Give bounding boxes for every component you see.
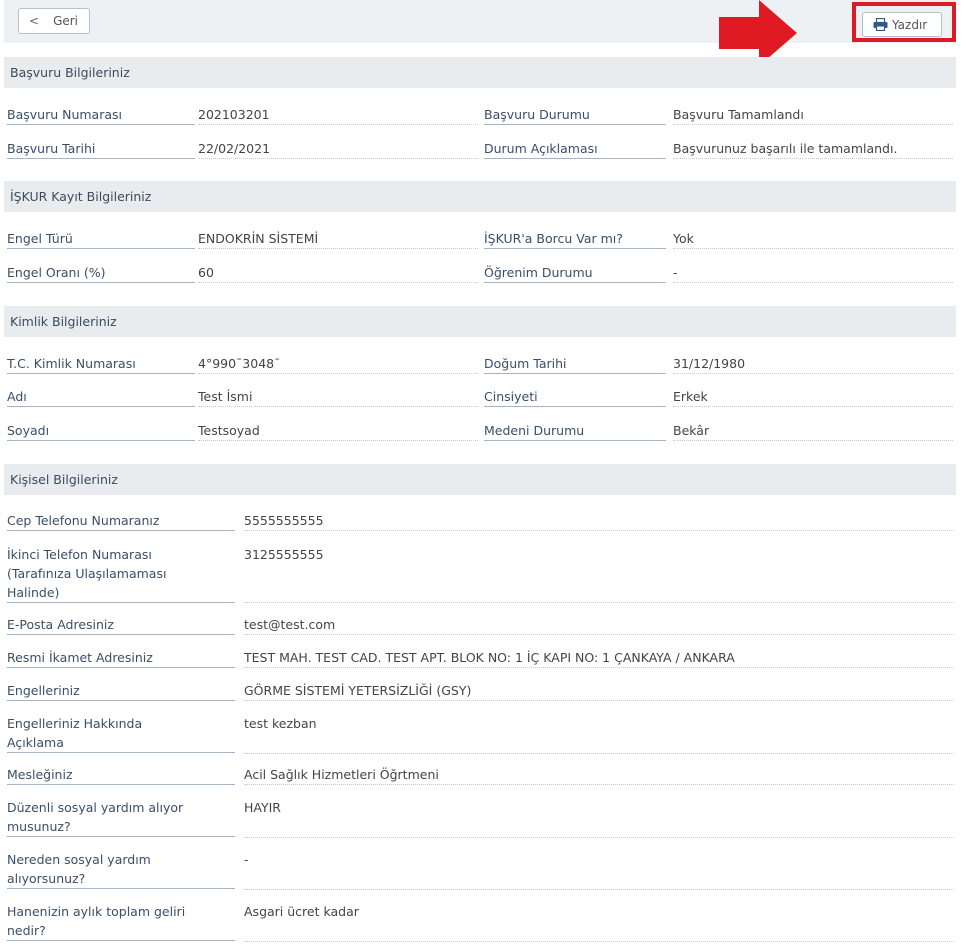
field-value: 3125555555 [244,545,954,603]
section-header-kisisel: Kişisel Bilgileriniz [4,464,956,495]
field-label: E-Posta Adresiniz [7,615,235,635]
field-value: - [244,850,954,890]
field-value: Erkek [673,387,953,407]
field-label: Engel Oranı (%) [7,263,195,283]
field-value: Başvuru Tamamlandı [673,105,953,125]
field-label: Başvuru Durumu [484,105,666,125]
top-toolbar: < Geri [4,0,956,43]
field-label: Engelleriniz [7,681,235,701]
print-button-label: Yazdır [892,17,928,32]
field-label: Mesleğiniz [7,765,235,785]
field-value: 60 [198,263,478,283]
field-label: Düzenli sosyal yardım alıyor musunuz? [7,798,235,837]
field-label: Engel Türü [7,229,195,249]
field-value: 202103201 [198,105,478,125]
field-label: Hanenizin aylık toplam geliri nedir? [7,902,235,941]
field-label: Cinsiyeti [484,387,666,407]
field-value: 5555555555 [244,511,954,531]
section-header-iskur: İŞKUR Kayıt Bilgileriniz [4,181,956,212]
field-value: 31/12/1980 [673,354,953,374]
field-label: Doğum Tarihi [484,354,666,374]
field-label: Soyadı [7,421,195,441]
back-button[interactable]: < Geri [18,8,90,34]
field-value: - [673,263,953,283]
field-label: Öğrenim Durumu [484,263,666,283]
field-label: Adı [7,387,195,407]
field-label: İkinci Telefon Numarası (Tarafınıza Ulaş… [7,545,235,603]
field-label: Medeni Durumu [484,421,666,441]
field-label: Engelleriniz Hakkında Açıklama [7,714,235,753]
field-value: 22/02/2021 [198,139,478,159]
field-label: T.C. Kimlik Numarası [7,354,195,374]
field-value: HAYIR [244,798,954,838]
field-value: test kezban [244,714,954,754]
field-value: ENDOKRİN SİSTEMİ [198,229,478,249]
field-label: Başvuru Numarası [7,105,195,125]
field-value: Asgari ücret kadar [244,902,954,942]
field-value: 4°990¯3048¯ [198,354,478,374]
field-label: Cep Telefonu Numaranız [7,511,235,531]
field-label: İŞKUR'a Borcu Var mı? [484,229,666,249]
printer-icon [873,18,888,31]
field-value: Acil Sağlık Hizmetleri Öğrtmeni [244,765,954,785]
field-value: Yok [673,229,953,249]
field-label: Resmi İkamet Adresiniz [7,648,235,668]
field-value: TEST MAH. TEST CAD. TEST APT. BLOK NO: 1… [244,648,954,668]
field-value: GÖRME SİSTEMİ YETERSİZLİĞİ (GSY) [244,681,954,701]
field-label: Nereden sosyal yardım alıyorsunuz? [7,850,235,889]
field-label: Başvuru Tarihi [7,139,195,159]
field-value: Test İsmi [198,387,478,407]
field-value: test@test.com [244,615,954,635]
field-value: Başvurunuz başarılı ile tamamlandı. [673,139,953,159]
section-header-kimlik: Kimlik Bilgileriniz [4,306,956,337]
print-highlight-frame: Yazdır [852,2,956,42]
back-button-label: Geri [53,14,79,28]
field-label: Durum Açıklaması [484,139,666,159]
print-button[interactable]: Yazdır [862,12,942,37]
section-header-basvuru: Başvuru Bilgileriniz [4,57,956,88]
chevron-left-icon: < [29,14,40,28]
field-value: Testsoyad [198,421,478,441]
field-value: Bekâr [673,421,953,441]
